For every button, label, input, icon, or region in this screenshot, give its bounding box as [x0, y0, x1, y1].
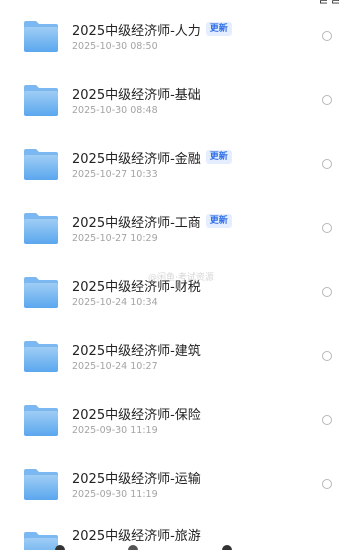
update-badge: 更新	[205, 22, 232, 36]
file-list-screen: ㄹㄹ 2025中级经济师-人力 更新 2025-10-30 08:50 2025中级经…	[0, 0, 360, 550]
file-title-line: 2025中级经济师-金融 更新	[72, 148, 232, 167]
nav-dot	[222, 545, 232, 550]
list-item[interactable]: 2025中级经济师-运输 2025-09-30 11:19	[0, 452, 360, 516]
folder-icon	[24, 532, 58, 550]
folder-icon	[24, 85, 58, 116]
file-title-line: 2025中级经济师-保险	[72, 404, 201, 423]
file-date: 2025-10-24 10:34	[72, 297, 158, 308]
file-date: 2025-10-30 08:48	[72, 105, 158, 116]
file-title: 2025中级经济师-金融	[72, 151, 201, 167]
file-title: 2025中级经济师-运输	[72, 471, 201, 487]
select-radio[interactable]	[322, 415, 332, 425]
folder-icon	[24, 21, 58, 52]
file-date: 2025-10-27 10:33	[72, 169, 158, 180]
list-item-partial[interactable]: 2025中级经济师-旅游	[0, 524, 360, 550]
file-title: 2025中级经济师-保险	[72, 407, 201, 423]
select-radio[interactable]	[322, 159, 332, 169]
select-radio[interactable]	[322, 31, 332, 41]
file-title: 2025中级经济师-人力	[72, 23, 201, 39]
file-title: 2025中级经济师-工商	[72, 215, 201, 231]
file-title-line: 2025中级经济师-人力 更新	[72, 20, 232, 39]
select-radio[interactable]	[322, 287, 332, 297]
select-radio[interactable]	[322, 479, 332, 489]
file-title-line: 2025中级经济师-建筑	[72, 340, 201, 359]
file-date: 2025-09-30 11:19	[72, 425, 158, 436]
list-item[interactable]: 2025中级经济师-保险 2025-09-30 11:19	[0, 388, 360, 452]
update-badge: 更新	[205, 150, 232, 164]
folder-icon	[24, 405, 58, 436]
nav-dot	[128, 545, 138, 550]
list-item[interactable]: 2025中级经济师-人力 更新 2025-10-30 08:50	[0, 4, 360, 68]
select-radio[interactable]	[322, 351, 332, 361]
list-item[interactable]: 2025中级经济师-工商 更新 2025-10-27 10:29	[0, 196, 360, 260]
folder-icon	[24, 341, 58, 372]
file-date: 2025-09-30 11:19	[72, 489, 158, 500]
file-title-line: 2025中级经济师-运输	[72, 468, 201, 487]
folder-icon	[24, 149, 58, 180]
list-item[interactable]: 2025中级经济师-金融 更新 2025-10-27 10:33	[0, 132, 360, 196]
file-title: 2025中级经济师-基础	[72, 87, 201, 103]
watermark: @闲鱼·考试资源	[148, 273, 214, 283]
file-date: 2025-10-24 10:27	[72, 361, 158, 372]
file-title: 2025中级经济师-旅游	[72, 529, 201, 544]
select-radio[interactable]	[322, 223, 332, 233]
file-date: 2025-10-27 10:29	[72, 233, 158, 244]
update-badge: 更新	[205, 214, 232, 228]
list-item[interactable]: 2025中级经济师-建筑 2025-10-24 10:27	[0, 324, 360, 388]
folder-icon	[24, 469, 58, 500]
folder-icon	[24, 213, 58, 244]
file-date: 2025-10-30 08:50	[72, 41, 158, 52]
list-item[interactable]: 2025中级经济师-基础 2025-10-30 08:48	[0, 68, 360, 132]
file-title-line: 2025中级经济师-基础	[72, 84, 201, 103]
nav-dot	[55, 545, 65, 550]
select-radio[interactable]	[322, 95, 332, 105]
file-title-line: 2025中级经济师-工商 更新	[72, 212, 232, 231]
folder-icon	[24, 277, 58, 308]
file-title: 2025中级经济师-建筑	[72, 343, 201, 359]
